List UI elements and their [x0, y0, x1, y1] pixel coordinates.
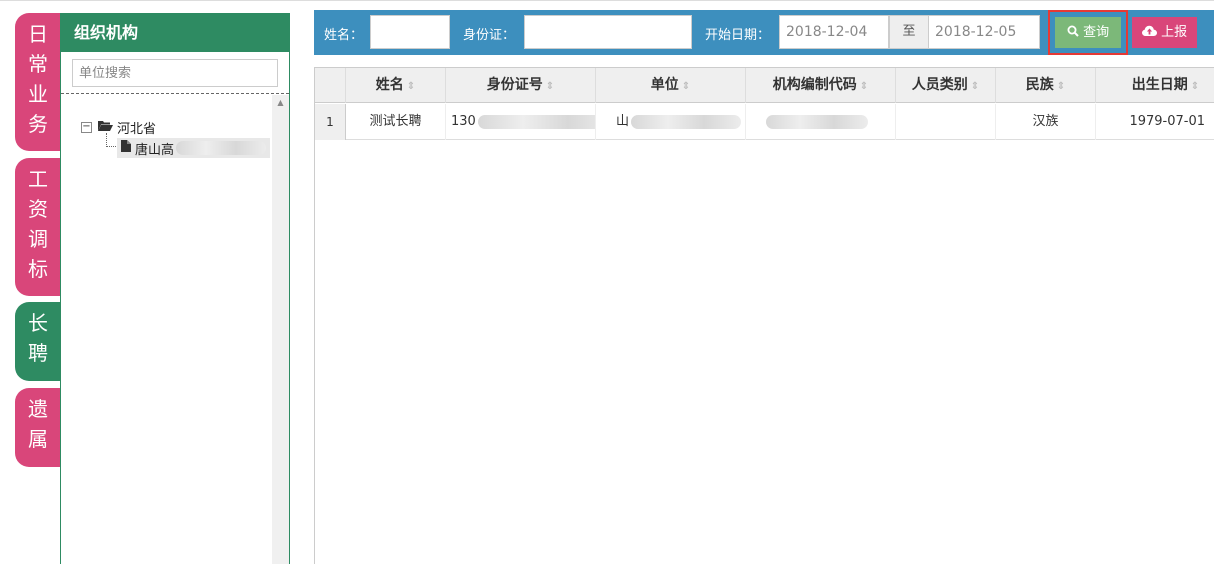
- tab-char: 长: [28, 311, 48, 335]
- column-label: 姓名: [375, 77, 404, 93]
- search-icon: [1067, 25, 1079, 37]
- side-tab-long-term[interactable]: 长 聘: [15, 302, 61, 381]
- unit-search-input[interactable]: [72, 59, 278, 87]
- side-tab-salary-adjust[interactable]: 工 资 调 标: [15, 158, 61, 296]
- start-date-input[interactable]: 2018-12-04: [779, 15, 889, 49]
- tab-char: 业: [28, 82, 48, 106]
- cell-org-code: [746, 104, 896, 140]
- column-label: 出生日期: [1131, 77, 1188, 93]
- sort-icon: ⇕: [681, 81, 691, 92]
- name-label: 姓名：: [324, 28, 364, 43]
- org-panel-title: 组织机构: [61, 13, 289, 52]
- side-tab-daily-business[interactable]: 日 常 业 务: [15, 13, 61, 151]
- cell-id-text: 130: [451, 114, 476, 129]
- org-panel: 组织机构 − 河北省 唐山高 ▲: [60, 13, 290, 564]
- query-highlight-frame: 查询: [1048, 10, 1128, 55]
- tab-char: 属: [28, 427, 48, 451]
- org-divider: [61, 93, 289, 94]
- tree-node-tangshan[interactable]: 唐山高: [117, 138, 271, 158]
- end-date-input[interactable]: 2018-12-05: [928, 15, 1040, 49]
- top-border: [0, 0, 1214, 1]
- column-header-id[interactable]: 身份证号 ⇕: [446, 68, 596, 103]
- org-scrollbar[interactable]: ▲: [272, 95, 289, 564]
- redacted-text: [631, 114, 742, 129]
- table-row[interactable]: 1 测试长聘 130 山 汉族 1979-07-01: [315, 104, 1214, 140]
- row-number-header: [315, 68, 346, 103]
- data-grid: 姓名 ⇕ 身份证号 ⇕ 单位 ⇕ 机构编制代码 ⇕ 人员类别 ⇕ 民族 ⇕ 出生日期 ⇕ 1 …: [314, 67, 1214, 564]
- column-header-ethnicity[interactable]: 民族 ⇕: [996, 68, 1096, 103]
- column-header-category[interactable]: 人员类别 ⇕: [896, 68, 996, 103]
- cell-category: [896, 104, 996, 140]
- id-input[interactable]: [524, 15, 692, 49]
- tab-char: 资: [28, 197, 48, 221]
- tab-char: 聘: [28, 341, 48, 365]
- row-number: 1: [315, 104, 346, 140]
- start-date-label: 开始日期：: [705, 28, 771, 43]
- file-icon: [121, 140, 131, 156]
- cell-ethnicity: 汉族: [996, 104, 1096, 140]
- column-header-name[interactable]: 姓名 ⇕: [346, 68, 446, 103]
- tree-connector: [106, 133, 116, 147]
- collapse-icon[interactable]: −: [81, 122, 92, 133]
- column-label: 民族: [1025, 77, 1054, 93]
- grid-header: 姓名 ⇕ 身份证号 ⇕ 单位 ⇕ 机构编制代码 ⇕ 人员类别 ⇕ 民族 ⇕ 出生日期 ⇕: [315, 68, 1214, 103]
- column-label: 机构编制代码: [772, 77, 857, 93]
- tab-char: 务: [28, 112, 48, 136]
- query-button-label: 查询: [1083, 25, 1110, 40]
- sort-icon: ⇕: [545, 81, 555, 92]
- tab-char: 工: [28, 167, 48, 191]
- cell-id: 130: [446, 104, 596, 140]
- tab-char: 标: [28, 257, 48, 281]
- cell-unit-text: 山: [616, 114, 630, 129]
- report-button-label: 上报: [1161, 25, 1188, 40]
- query-button[interactable]: 查询: [1055, 17, 1121, 48]
- cell-name: 测试长聘: [346, 104, 446, 140]
- column-label: 人员类别: [911, 77, 968, 93]
- sort-icon: ⇕: [1190, 81, 1200, 92]
- cell-birth: 1979-07-01: [1129, 114, 1205, 129]
- id-label: 身份证：: [463, 28, 516, 43]
- sort-icon: ⇕: [859, 81, 869, 92]
- tab-char: 调: [28, 227, 48, 251]
- column-header-birth[interactable]: 出生日期 ⇕: [1096, 68, 1214, 103]
- tree-node-label: 唐山高: [135, 142, 175, 158]
- tab-char: 常: [28, 52, 48, 76]
- sort-icon: ⇕: [406, 81, 416, 92]
- side-tab-survivors[interactable]: 遗 属: [15, 388, 61, 467]
- column-header-unit[interactable]: 单位 ⇕: [596, 68, 746, 103]
- cell-unit: 山: [596, 104, 746, 140]
- column-header-org-code[interactable]: 机构编制代码 ⇕: [746, 68, 896, 103]
- sort-icon: ⇕: [970, 81, 980, 92]
- redacted-text: [766, 114, 868, 129]
- column-label: 单位: [650, 77, 679, 93]
- scroll-up-icon[interactable]: ▲: [272, 95, 289, 111]
- tree-node-label: 河北省: [117, 122, 157, 137]
- tab-char: 日: [28, 22, 48, 46]
- name-input[interactable]: [370, 15, 450, 49]
- sort-icon: ⇕: [1056, 81, 1066, 92]
- report-button[interactable]: 上报: [1132, 17, 1197, 48]
- tab-char: 遗: [28, 397, 48, 421]
- date-range-separator: 至: [889, 15, 929, 49]
- cloud-upload-icon: [1141, 25, 1157, 36]
- search-toolbar: 姓名： 身份证： 开始日期： 2018-12-04 至 2018-12-05 查…: [314, 10, 1214, 55]
- tree-node-hebei[interactable]: − 河北省: [81, 118, 156, 137]
- redacted-text: [176, 141, 267, 155]
- column-label: 身份证号: [486, 77, 543, 93]
- redacted-text: [477, 114, 595, 129]
